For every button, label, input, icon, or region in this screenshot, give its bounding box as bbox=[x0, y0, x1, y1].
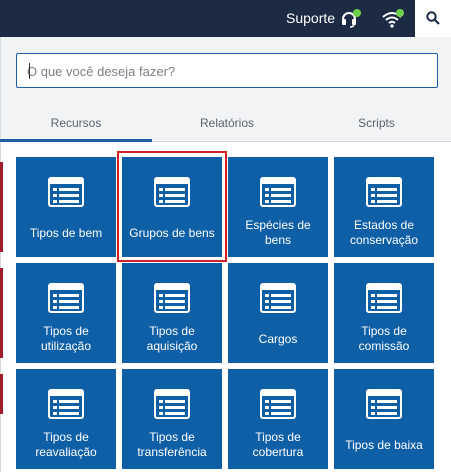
tile-label: Tipos de aquisição bbox=[146, 324, 198, 353]
list-icon bbox=[260, 389, 296, 419]
support-link[interactable]: Suporte bbox=[286, 10, 335, 26]
list-icon bbox=[366, 389, 402, 419]
support-status-dot bbox=[353, 9, 361, 17]
tab-relatorios[interactable]: Relatórios bbox=[152, 104, 302, 142]
search-icon bbox=[426, 11, 440, 25]
list-icon bbox=[260, 283, 296, 313]
list-icon bbox=[48, 389, 84, 419]
tile-label: Tipos de reavaliação bbox=[35, 430, 97, 459]
tile-label: Espécies de bens bbox=[245, 218, 311, 247]
background-stripe bbox=[0, 374, 3, 414]
list-icon bbox=[48, 177, 84, 207]
list-icon bbox=[154, 389, 190, 419]
list-icon bbox=[366, 283, 402, 313]
tile-label: Grupos de bens bbox=[129, 225, 215, 240]
search-input[interactable] bbox=[27, 62, 427, 80]
tile-label: Tipos de bem bbox=[29, 225, 103, 240]
resource-tile[interactable]: Tipos de utilização bbox=[16, 263, 116, 363]
list-icon bbox=[154, 177, 190, 207]
connection-status-dot bbox=[396, 9, 404, 17]
tab-bar: Recursos Relatórios Scripts bbox=[0, 104, 451, 142]
top-bar: Suporte bbox=[0, 0, 451, 37]
tile-label: Cargos bbox=[258, 331, 298, 346]
resource-tile[interactable]: Grupos de bens bbox=[122, 157, 222, 257]
resource-tile[interactable]: Espécies de bens bbox=[228, 157, 328, 257]
tile-label: Tipos de cobertura bbox=[252, 430, 304, 459]
background-stripe bbox=[0, 268, 3, 358]
tile-label: Tipos de baixa bbox=[345, 437, 423, 452]
tab-scripts[interactable]: Scripts bbox=[302, 104, 451, 142]
resource-tile[interactable]: Tipos de transferência bbox=[122, 369, 222, 469]
tile-label: Tipos de comissão bbox=[358, 324, 410, 353]
search-field[interactable] bbox=[16, 53, 438, 88]
resource-tile[interactable]: Tipos de comissão bbox=[334, 263, 434, 363]
resource-tile[interactable]: Tipos de reavaliação bbox=[16, 369, 116, 469]
resource-tile[interactable]: Tipos de aquisição bbox=[122, 263, 222, 363]
list-icon bbox=[366, 177, 402, 207]
search-button[interactable] bbox=[415, 0, 451, 37]
tile-label: Estados de conservação bbox=[349, 218, 419, 247]
resource-tile[interactable]: Cargos bbox=[228, 263, 328, 363]
list-icon bbox=[48, 283, 84, 313]
background-stripe bbox=[0, 162, 3, 252]
tile-label: Tipos de transferência bbox=[137, 430, 207, 459]
text-caret bbox=[29, 63, 30, 79]
list-icon bbox=[260, 177, 296, 207]
resource-tile[interactable]: Tipos de baixa bbox=[334, 369, 434, 469]
tile-label: Tipos de utilização bbox=[40, 324, 92, 353]
resource-tile[interactable]: Tipos de cobertura bbox=[228, 369, 328, 469]
resource-tile[interactable]: Estados de conservação bbox=[334, 157, 434, 257]
resource-tile[interactable]: Tipos de bem bbox=[16, 157, 116, 257]
tab-recursos[interactable]: Recursos bbox=[0, 104, 152, 142]
list-icon bbox=[154, 283, 190, 313]
